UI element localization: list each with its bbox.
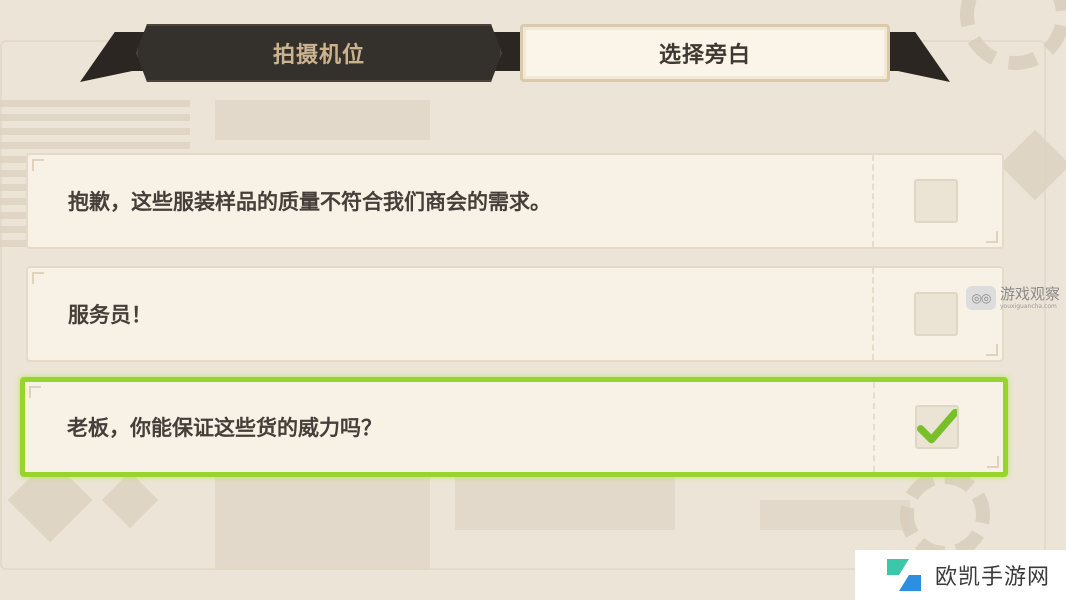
ok-logo-icon	[887, 559, 921, 591]
option-divider	[872, 268, 874, 360]
tab-select-narration[interactable]: 选择旁白	[520, 24, 890, 82]
option-divider	[873, 382, 875, 472]
watermark-bottom: 欧凯手游网	[855, 550, 1066, 600]
bg-block	[455, 470, 675, 530]
bg-block	[760, 500, 910, 530]
watermark-side-url: youxiguancha.com	[1000, 302, 1057, 310]
option-checkbox[interactable]	[914, 292, 958, 336]
narration-option-1[interactable]: 抱歉，这些服装样品的质量不符合我们商会的需求。	[26, 153, 1004, 249]
narration-option-3[interactable]: 老板，你能保证这些货的威力吗？	[20, 377, 1008, 477]
option-text: 老板，你能保证这些货的威力吗？	[67, 416, 382, 440]
check-icon	[917, 408, 957, 444]
tab-label: 选择旁白	[658, 43, 751, 68]
bg-block	[215, 100, 430, 140]
option-checkbox[interactable]	[914, 179, 958, 223]
watermark-bottom-text: 欧凯手游网	[935, 565, 1051, 590]
narration-option-2[interactable]: 服务员！	[26, 266, 1004, 362]
watermark-side: ◎◎ 游戏观察 youxiguancha.com	[966, 283, 1066, 313]
tab-label: 拍摄机位	[272, 43, 365, 68]
tab-bar: 拍摄机位 选择旁白	[80, 24, 950, 84]
option-divider	[872, 155, 874, 247]
bg-block	[215, 470, 430, 570]
tab-camera-position[interactable]: 拍摄机位	[136, 24, 502, 82]
watermark-side-text: 游戏观察	[1000, 284, 1061, 303]
eyes-logo-icon: ◎◎	[966, 286, 996, 310]
option-checkbox-checked[interactable]	[915, 405, 959, 449]
option-text: 服务员！	[68, 303, 152, 327]
gear-decoration-icon	[900, 470, 990, 560]
option-text: 抱歉，这些服装样品的质量不符合我们商会的需求。	[68, 190, 551, 214]
